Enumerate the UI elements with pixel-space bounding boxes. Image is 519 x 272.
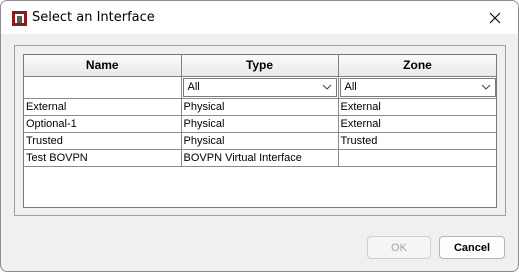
watchguard-app-icon xyxy=(12,11,27,26)
cell-name: Test BOVPN xyxy=(24,148,182,167)
select-interface-dialog: Select an Interface Name Type Zone All A… xyxy=(0,0,519,272)
filter-cell-zone: All xyxy=(337,75,496,99)
filter-cell-name xyxy=(24,75,182,99)
cell-name: Trusted xyxy=(24,131,182,150)
cell-zone: External xyxy=(337,97,496,116)
table-row[interactable]: Trusted Physical Trusted xyxy=(24,131,496,150)
ok-button[interactable]: OK xyxy=(367,236,431,259)
zone-filter-value: All xyxy=(344,80,357,93)
cell-zone: Trusted xyxy=(337,131,496,150)
type-filter-select[interactable]: All xyxy=(182,77,337,97)
column-header-type[interactable]: Type xyxy=(180,55,339,77)
dialog-title: Select an Interface xyxy=(32,10,155,25)
chevron-down-icon xyxy=(322,84,331,90)
column-header-name[interactable]: Name xyxy=(24,55,182,77)
cell-zone: External xyxy=(337,114,496,133)
cell-type: Physical xyxy=(180,114,339,133)
cell-name: External xyxy=(24,97,182,116)
filter-cell-type: All xyxy=(180,75,339,99)
cell-zone xyxy=(337,148,496,167)
chevron-down-icon xyxy=(481,84,490,90)
title-bar: Select an Interface xyxy=(1,1,518,34)
table-header-row: Name Type Zone xyxy=(24,55,496,77)
cell-type: Physical xyxy=(180,97,339,116)
filter-row: All All xyxy=(24,75,496,99)
type-filter-value: All xyxy=(187,80,200,93)
zone-filter-select[interactable]: All xyxy=(339,77,496,97)
close-icon xyxy=(489,12,501,23)
cell-type: Physical xyxy=(180,131,339,150)
interface-panel: Name Type Zone All All External Physical… xyxy=(14,45,506,216)
cell-name: Optional-1 xyxy=(24,114,182,133)
table-row[interactable]: External Physical External xyxy=(24,97,496,116)
close-button[interactable] xyxy=(472,1,518,34)
table-row[interactable]: Test BOVPN BOVPN Virtual Interface xyxy=(24,148,496,167)
cancel-button[interactable]: Cancel xyxy=(439,236,505,259)
table-row[interactable]: Optional-1 Physical External xyxy=(24,114,496,133)
interface-table: Name Type Zone All All External Physical… xyxy=(23,54,497,208)
cell-type: BOVPN Virtual Interface xyxy=(180,148,339,167)
column-header-zone[interactable]: Zone xyxy=(337,55,496,77)
